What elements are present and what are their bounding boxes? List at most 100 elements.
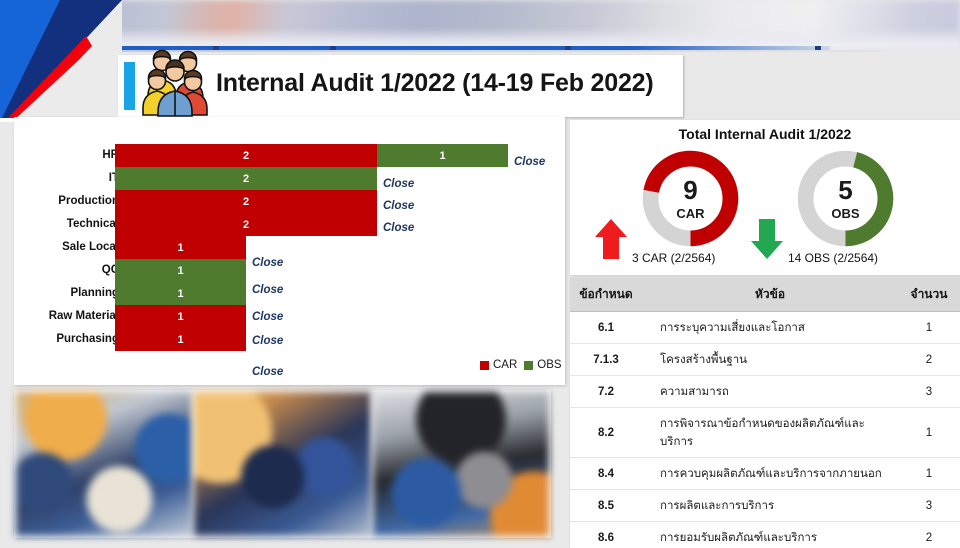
bar-chart-panel: HR 2 1 Close IT 2 Close Production 2 Close Technic… [14,117,565,385]
table-row: 8.4 การควบคุมผลิตภัณฑ์และบริการจากภายนอก 1 [570,457,960,490]
bar-track: 2 [115,167,377,190]
bar-track: 1 [115,305,246,328]
arrow-down-icon [750,218,784,260]
cell-title: โครงสร้างพื้นฐาน [642,343,898,376]
bar-segment-car: 1 [115,236,246,259]
bar-category-label: Technical [66,218,119,230]
list-item [372,392,549,536]
corner-decoration [0,0,122,122]
donut-center-car: 9 CAR [638,146,743,251]
bar-category-label: Raw Material [48,310,119,322]
title-accent-bar [124,62,135,110]
arrow-up-icon [594,218,628,260]
list-item [194,392,371,536]
table-header: ข้อกำหนด หัวข้อ จำนวน [570,278,960,312]
bar-segment-car: 1 [115,328,246,351]
bar-segment-car: 1 [115,305,246,328]
cell-qty: 1 [898,457,960,490]
bar-segment-obs: 1 [115,259,246,282]
legend-label-car: CAR [493,359,518,371]
table-row: 6.1 การระบุความเสี่ยงและโอกาส 1 [570,311,960,344]
cell-title: การยอมรับผลิตภัณฑ์และบริการ [642,521,898,548]
list-item [16,392,193,536]
banner-marker-dot [565,46,571,50]
cell-qty: 1 [898,407,960,458]
cell-title: การพิจารณาข้อกำหนดของผลิตภัณฑ์และบริการ [642,407,898,458]
bar-chart-row: Technical 2 Close [14,213,565,236]
column-header-code: ข้อกำหนด [570,278,642,312]
donut-chart-car: 9 CAR [638,146,743,251]
bar-track: 1 [115,282,246,305]
legend-swatch-car [480,360,489,370]
legend-swatch-obs [524,360,534,370]
table-row: 8.5 การผลิตและการบริการ 3 [570,489,960,522]
bar-category-label: Production [58,195,119,207]
bar-chart-row: Production 2 Close [14,190,565,213]
table-row: 7.1.3 โครงสร้างพื้นฐาน 2 [570,343,960,376]
donut-value-obs: 5 [838,174,853,205]
donut-value-car: 9 [683,174,698,205]
cell-qty: 3 [898,489,960,522]
donut-label-obs: OBS [831,205,860,221]
table-row: 8.6 การยอมรับผลิตภัณฑ์และบริการ 2 [570,521,960,548]
donut-label-car: CAR [676,205,705,221]
cell-code: 6.1 [570,311,642,344]
cell-qty: 2 [898,521,960,548]
legend-item-obs: OBS [524,359,562,371]
table-header-row: ข้อกำหนด หัวข้อ จำนวน [570,278,960,312]
people-group-icon [140,46,212,118]
bar-chart-row: HR 2 1 Close [14,144,565,168]
column-header-qty: จำนวน [898,278,960,312]
bar-chart-row: IT 2 Close [14,167,565,190]
bar-category-label: QC [101,264,119,276]
table-row: 7.2 ความสามารถ 3 [570,375,960,408]
bar-segment-car: 2 [115,144,377,167]
cell-title: การผลิตและการบริการ [642,489,898,522]
bar-status-label: Close [252,366,284,378]
bar-track: 2 [115,213,377,236]
donut-caption-car: 3 CAR (2/2564) [632,251,716,265]
bar-track: 1 [115,328,246,351]
cell-qty: 2 [898,343,960,376]
legend-label-obs: OBS [537,359,562,371]
bar-segment-obs: 2 [115,167,377,190]
bar-chart-row: Sale Local 1 Close [14,236,565,269]
cell-code: 8.6 [570,521,642,548]
bar-segment-obs: 1 [115,282,246,305]
bar-status-label: Close [383,200,415,212]
bar-category-label: Sale Local [62,241,119,253]
bar-chart-row: Purchasing 1 Close [14,328,565,378]
bar-chart-row: QC 1 Close [14,259,565,296]
bar-segment-obs: 1 [377,144,508,167]
cell-title: การระบุความเสี่ยงและโอกาส [642,311,898,344]
bar-category-label: Planning [70,287,119,299]
bar-chart-row: Planning 1 Close [14,282,565,323]
donut-center-obs: 5 OBS [793,146,898,251]
cell-qty: 1 [898,311,960,344]
bar-track: 1 [115,236,246,259]
cell-code: 8.2 [570,407,642,458]
bar-chart-legend: CAR OBS [480,359,562,371]
bar-segment-car: 2 [115,190,377,213]
bar-category-label: HR [102,149,119,161]
slide-canvas: Internal Audit 1/2022 (14-19 Feb 2022) H… [0,0,960,548]
banner-marker-dot [213,46,219,50]
bar-track: 21 [115,144,508,167]
bar-segment-car: 2 [115,213,377,236]
findings-table-panel: ข้อกำหนด หัวข้อ จำนวน 6.1 การระบุความเสี่… [570,278,960,548]
cell-code: 8.5 [570,489,642,522]
findings-table: ข้อกำหนด หัวข้อ จำนวน 6.1 การระบุความเสี่… [570,278,960,548]
table-row: 8.2 การพิจารณาข้อกำหนดของผลิตภัณฑ์และบริก… [570,407,960,458]
donut-caption-obs: 14 OBS (2/2564) [788,251,879,265]
table-body: 6.1 การระบุความเสี่ยงและโอกาส 1 7.1.3 โครงสร… [570,311,960,548]
cell-qty: 3 [898,375,960,408]
photo-strip [14,390,551,538]
cell-code: 7.2 [570,375,642,408]
bar-category-label: Purchasing [56,333,119,345]
banner-gray-rule [120,50,880,52]
donut-chart-obs: 5 OBS [793,146,898,251]
donut-panel-title: Total Internal Audit 1/2022 [678,126,852,142]
banner-marker-dot [330,46,336,50]
bar-track: 1 [115,259,246,282]
bar-status-label: Close [383,222,415,234]
